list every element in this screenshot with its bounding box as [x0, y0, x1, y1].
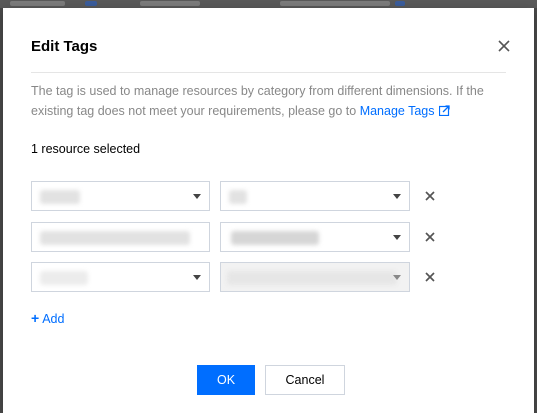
header-divider [31, 72, 506, 73]
chevron-down-icon [193, 194, 201, 199]
chevron-down-icon [393, 235, 401, 240]
selected-count-label: 1 resource selected [31, 142, 141, 156]
tag-value-select[interactable] [220, 181, 410, 211]
ok-button[interactable]: OK [197, 365, 255, 395]
remove-tag-button[interactable] [422, 269, 438, 285]
close-icon [498, 40, 510, 52]
chevron-down-icon [393, 275, 401, 280]
tag-row [31, 222, 435, 252]
dialog-description: The tag is used to manage resources by c… [31, 81, 486, 121]
edit-tags-dialog: Edit Tags The tag is used to manage reso… [3, 8, 534, 413]
chevron-down-icon [393, 194, 401, 199]
tag-row [31, 181, 435, 211]
add-label: Add [42, 312, 65, 326]
close-button[interactable] [493, 35, 515, 57]
tag-value-select[interactable] [220, 222, 410, 252]
remove-tag-button[interactable] [422, 188, 438, 204]
tag-value-select[interactable] [220, 262, 410, 292]
cancel-button[interactable]: Cancel [265, 365, 345, 395]
tag-key-select[interactable] [31, 262, 210, 292]
dialog-title: Edit Tags [31, 38, 98, 55]
remove-icon [425, 272, 435, 282]
add-tag-button[interactable]: + Add [31, 310, 64, 328]
chevron-down-icon [193, 275, 201, 280]
remove-icon [425, 191, 435, 201]
tag-key-select[interactable] [31, 222, 210, 252]
tag-row [31, 262, 435, 292]
remove-icon [425, 232, 435, 242]
tag-key-select[interactable] [31, 181, 210, 211]
manage-tags-link[interactable]: Manage Tags [360, 104, 450, 118]
plus-icon: + [31, 310, 40, 326]
background-app-strip [0, 0, 537, 8]
remove-tag-button[interactable] [422, 229, 438, 245]
external-link-icon [438, 105, 450, 116]
